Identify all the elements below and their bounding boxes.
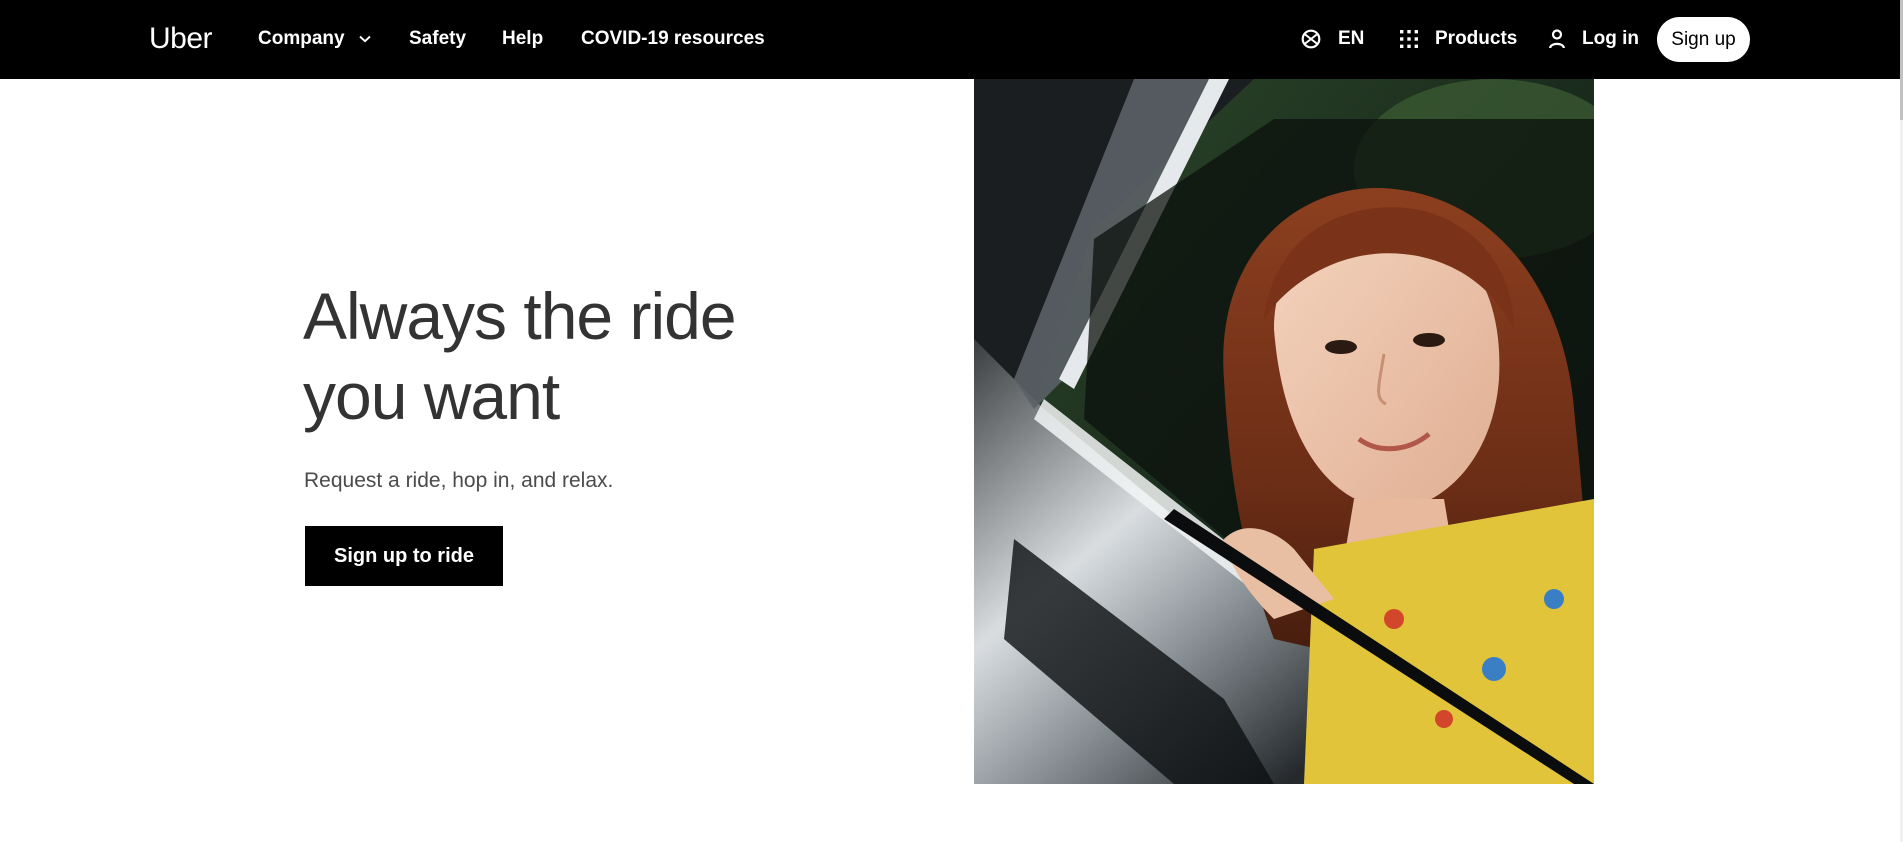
language-selector[interactable]: EN [1301, 27, 1364, 51]
products-label: Products [1435, 28, 1518, 49]
login-link[interactable]: Log in [1549, 27, 1639, 51]
person-icon [1549, 29, 1565, 49]
signup-to-ride-button[interactable]: Sign up to ride [305, 526, 503, 586]
login-label: Log in [1582, 28, 1639, 49]
nav-safety-link[interactable]: Safety [409, 27, 466, 51]
language-label: EN [1338, 28, 1365, 49]
chevron-down-icon [358, 35, 371, 43]
signup-button[interactable]: Sign up [1657, 17, 1750, 62]
nav-covid-resources-link[interactable]: COVID-19 resources [581, 27, 765, 51]
uber-logo[interactable]: Uber [149, 20, 213, 58]
nav-company-dropdown[interactable]: Company [258, 27, 371, 51]
top-nav-bar: Uber Company Safety Help COVID-19 resour… [0, 0, 1900, 79]
hero-title: Always the ride you want [303, 279, 737, 433]
globe-icon [1301, 29, 1321, 49]
grid-icon [1400, 30, 1418, 48]
nav-help-link[interactable]: Help [502, 27, 543, 51]
page: Uber Company Safety Help COVID-19 resour… [0, 0, 1903, 842]
hero-photo [974, 79, 1594, 784]
nav-company-label: Company [258, 28, 345, 49]
products-menu[interactable]: Products [1400, 27, 1517, 51]
hero-subtitle: Request a ride, hop in, and relax. [304, 469, 614, 492]
